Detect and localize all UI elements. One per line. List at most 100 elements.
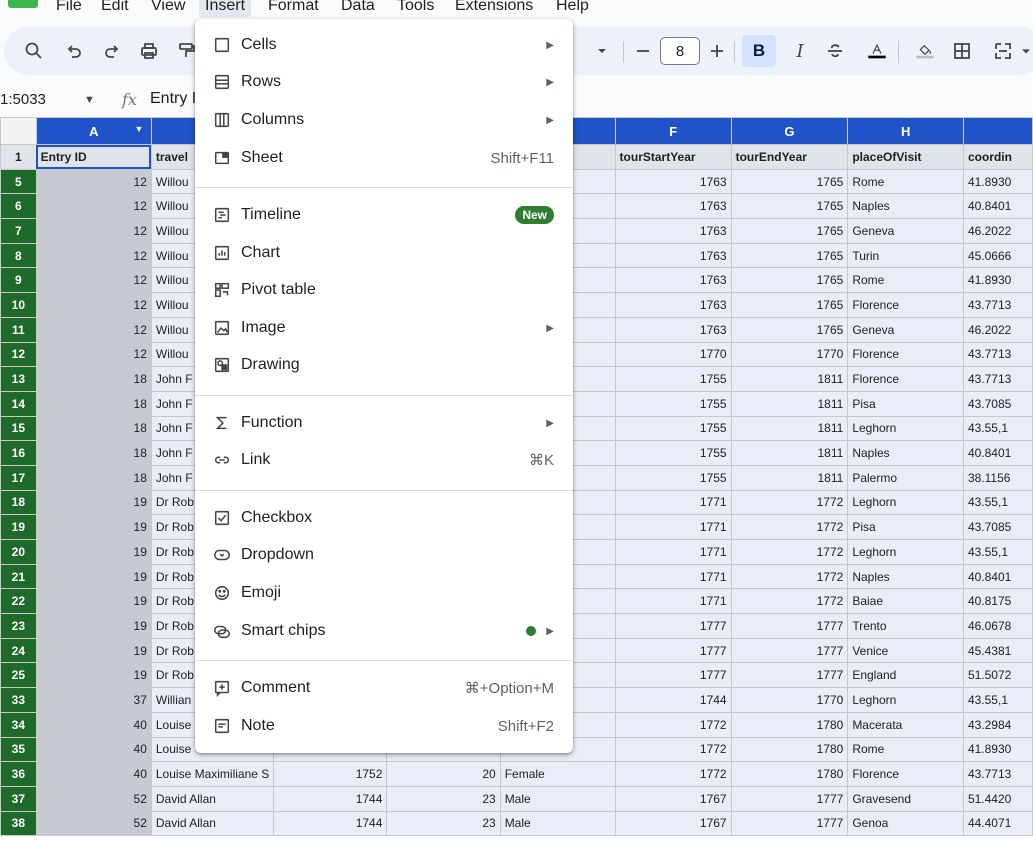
cell[interactable]: 1777 <box>614 613 732 639</box>
paint-format-icon[interactable] <box>175 27 197 75</box>
cell[interactable]: 19 <box>35 514 152 540</box>
merge-chevron-icon[interactable] <box>1018 27 1033 75</box>
cell[interactable]: 1777 <box>614 662 732 689</box>
cell[interactable]: 1780 <box>730 736 849 763</box>
cell[interactable]: 1771 <box>614 588 732 615</box>
cell[interactable]: 19 <box>35 613 152 639</box>
cell[interactable]: Gravesend <box>847 785 964 812</box>
cell[interactable]: Florence <box>847 761 964 787</box>
cell[interactable]: 52 <box>35 785 152 812</box>
cell[interactable]: 41.8930 <box>962 168 1033 195</box>
cell[interactable]: 1777 <box>730 662 849 689</box>
cell[interactable]: 1777 <box>614 637 732 664</box>
cell[interactable]: Male <box>499 785 616 812</box>
text-color-icon[interactable] <box>862 27 892 75</box>
cell[interactable]: 45.4381 <box>962 637 1033 664</box>
cell[interactable]: 41.8930 <box>962 267 1033 294</box>
cell[interactable]: 46.0678 <box>962 613 1033 639</box>
cell[interactable]: 1770 <box>614 341 732 368</box>
row-header[interactable]: 18 <box>0 489 37 516</box>
strikethrough-icon[interactable] <box>824 27 846 75</box>
font-size-input[interactable]: 8 <box>660 37 700 65</box>
cell[interactable]: 1744 <box>273 810 388 837</box>
cell[interactable]: 23 <box>386 785 501 812</box>
cell[interactable]: 1767 <box>614 810 732 837</box>
row-header[interactable]: 33 <box>0 687 37 713</box>
cell[interactable]: Geneva <box>847 218 964 244</box>
row-header[interactable]: 22 <box>0 588 37 615</box>
row-header[interactable]: 12 <box>0 341 37 368</box>
menu-format[interactable]: Format <box>262 0 325 17</box>
row-header[interactable]: 1 <box>0 144 37 170</box>
menu-item-image[interactable]: Image ▶ <box>195 310 573 346</box>
header-cell[interactable]: Entry ID <box>35 144 152 170</box>
cell[interactable]: 1772 <box>614 736 732 763</box>
cell[interactable]: Florence <box>847 366 964 392</box>
cell[interactable]: 19 <box>35 637 152 664</box>
search-menus-icon[interactable] <box>22 27 46 75</box>
cell[interactable]: 1771 <box>614 539 732 565</box>
column-header-g[interactable]: G <box>730 117 849 145</box>
cell[interactable]: 1765 <box>730 193 849 220</box>
italic-button[interactable]: I <box>789 27 811 75</box>
cell[interactable]: Leghorn <box>847 489 964 516</box>
cell[interactable]: 1777 <box>730 785 849 812</box>
cell[interactable]: 12 <box>35 193 152 220</box>
column-header-f[interactable]: F <box>614 117 732 145</box>
cell[interactable]: 44.4071 <box>962 810 1033 837</box>
cell[interactable]: 38.1156 <box>962 464 1033 491</box>
name-box-chevron-icon[interactable]: ▼ <box>84 86 95 114</box>
cell[interactable]: 43.2984 <box>962 711 1033 738</box>
row-header[interactable]: 34 <box>0 711 37 738</box>
merge-cells-icon[interactable] <box>990 27 1016 75</box>
cell[interactable]: 43.7085 <box>962 514 1033 540</box>
undo-icon[interactable] <box>62 27 86 75</box>
cell[interactable]: 19 <box>35 588 152 615</box>
cell[interactable]: 19 <box>35 563 152 590</box>
cell[interactable]: 18 <box>35 464 152 491</box>
cell[interactable]: 1772 <box>730 539 849 565</box>
row-header[interactable]: 17 <box>0 464 37 491</box>
cell[interactable]: 1755 <box>614 440 732 466</box>
row-header[interactable]: 10 <box>0 292 37 318</box>
row-header[interactable]: 7 <box>0 218 37 244</box>
cell[interactable]: 40 <box>35 736 152 763</box>
menu-item-smart-chips[interactable]: Smart chips ▶ <box>195 613 573 649</box>
menu-insert[interactable]: Insert <box>199 0 252 17</box>
menu-item-columns[interactable]: Columns ▶ <box>195 102 573 138</box>
row-header[interactable]: 5 <box>0 168 37 195</box>
font-menu-chevron-icon[interactable] <box>592 27 612 75</box>
row-header[interactable]: 6 <box>0 193 37 220</box>
cell[interactable]: 1765 <box>730 292 849 318</box>
cell[interactable]: 1780 <box>730 761 849 787</box>
header-cell[interactable]: tourStartYear <box>614 144 732 170</box>
cell[interactable]: 18 <box>35 366 152 392</box>
menu-tools[interactable]: Tools <box>391 0 440 17</box>
cell[interactable]: Trento <box>847 613 964 639</box>
cell[interactable]: 40 <box>35 711 152 738</box>
cell[interactable]: 20 <box>386 761 501 787</box>
menu-item-checkbox[interactable]: Checkbox <box>195 500 573 536</box>
cell[interactable]: 1772 <box>730 588 849 615</box>
cell[interactable]: 40.8175 <box>962 588 1033 615</box>
menu-extensions[interactable]: Extensions <box>449 0 539 17</box>
cell[interactable]: Genoa <box>847 810 964 837</box>
cell[interactable]: Rome <box>847 736 964 763</box>
header-cell[interactable]: coordin <box>962 144 1033 170</box>
cell[interactable]: Leghorn <box>847 539 964 565</box>
menu-item-note[interactable]: Note Shift+F2 <box>195 708 573 744</box>
cell[interactable]: 52 <box>35 810 152 837</box>
redo-icon[interactable] <box>100 27 124 75</box>
cell[interactable]: Louise Maximiliane S <box>150 761 275 787</box>
borders-icon[interactable] <box>951 27 973 75</box>
bold-button[interactable]: B <box>742 35 776 67</box>
menu-item-sheet[interactable]: Sheet Shift+F11 <box>195 140 573 176</box>
row-header[interactable]: 19 <box>0 514 37 540</box>
cell[interactable]: Turin <box>847 242 964 269</box>
cell[interactable]: 1763 <box>614 316 732 343</box>
cell[interactable]: 40.8401 <box>962 193 1033 220</box>
cell[interactable]: 19 <box>35 539 152 565</box>
cell[interactable]: 1777 <box>730 613 849 639</box>
menu-item-cells[interactable]: Cells ▶ <box>195 27 573 63</box>
cell[interactable]: 1772 <box>730 563 849 590</box>
